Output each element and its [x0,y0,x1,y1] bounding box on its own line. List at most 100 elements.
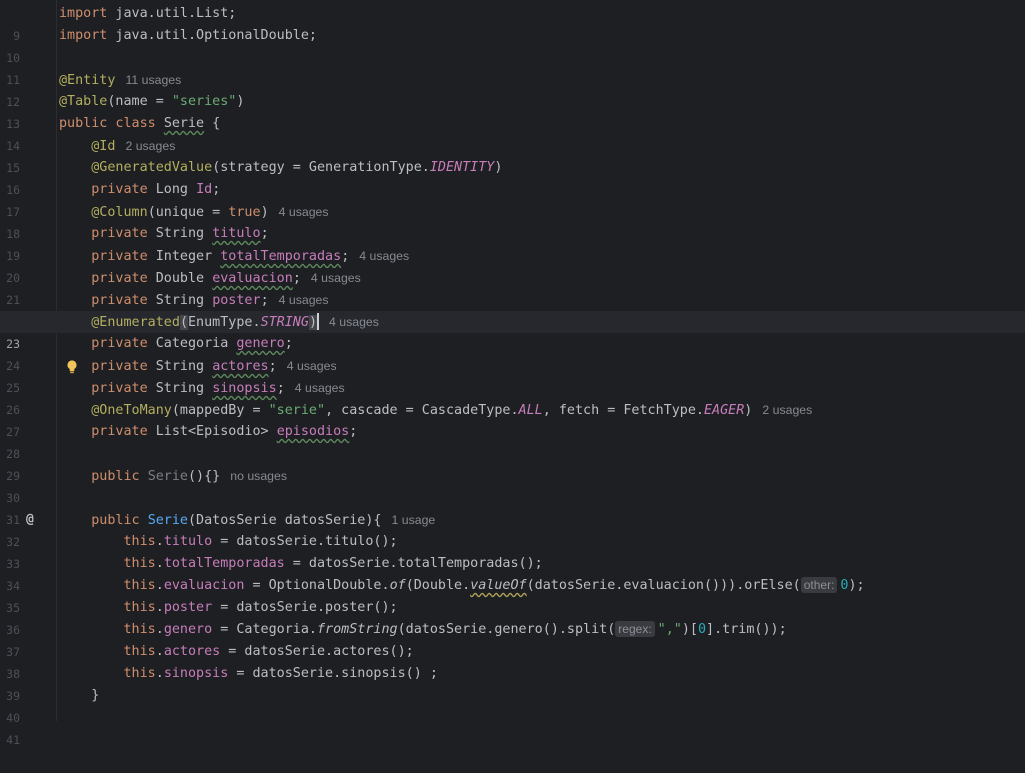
text-caret [317,312,319,330]
code-line[interactable]: 21 private Double evaluacion; 4 usages [0,267,1025,307]
code-text: = datosSerie.titulo(); [212,534,398,549]
usages-hint[interactable]: 4 usages [287,359,337,373]
code-text: String [147,381,213,396]
code-text: . [155,578,164,593]
code-line[interactable]: 18 @Column(unique = true) 4 usages [0,201,1025,241]
code-text: ) [236,94,245,109]
code-line[interactable]: 25 private String actores; 4 usages [0,355,1025,395]
annotation: @Enumerated [91,315,180,330]
code-editor[interactable]: 9 import java.util.List; 10 import java.… [0,0,1025,747]
usages-hint[interactable]: 4 usages [279,205,329,219]
keyword: public [91,469,140,484]
code-line[interactable]: 11 [0,47,1025,87]
number-literal: 0 [697,622,707,637]
field-name: titulo [163,534,213,549]
keyword: private [91,226,148,241]
annotation: @OneToMany [91,403,172,418]
string-literal: "serie" [268,403,326,418]
usages-hint[interactable]: 4 usages [311,271,361,285]
field-name: sinopsis [163,666,229,681]
keyword: public class [59,116,156,131]
code-line[interactable]: 19 private String titulo; [0,223,1025,263]
string-literal: "," [657,622,682,637]
code-line[interactable]: 38 this.actores = datosSerie.actores(); [0,641,1025,681]
usages-hint[interactable]: 11 usages [125,73,181,87]
code-text: = datosSerie.totalTemporadas(); [284,556,543,571]
code-text: (){} [188,469,221,484]
code-line[interactable]: 12 @Entity 11 usages [0,69,1025,109]
field-name: evaluacion [212,271,293,286]
enum-constant: IDENTITY [429,160,495,175]
code-text: , fetch = FetchType. [542,403,704,418]
code-line[interactable]: 37 this.genero = Categoria.fromString(da… [0,619,1025,659]
code-line[interactable]: 30 public Serie(){} no usages [0,465,1025,505]
keyword: import [59,28,108,43]
code-line[interactable]: 14 public class Serie { [0,113,1025,153]
usages-hint[interactable]: 4 usages [295,381,345,395]
code-text: ; [349,424,358,439]
code-line[interactable]: 31 [0,487,1025,527]
code-line[interactable]: 26 private String sinopsis; 4 usages [0,377,1025,417]
code-text: ; [276,381,285,396]
field-name: poster [212,293,261,308]
code-text: ; [341,249,350,264]
code-text: ].trim()); [706,622,787,637]
code-text: (mappedBy = [171,403,269,418]
implements-at-icon[interactable]: @ [26,509,34,531]
field-name: poster [163,600,213,615]
usages-hint[interactable]: 4 usages [329,315,379,329]
code-text: = datosSerie.actores(); [220,644,414,659]
code-line[interactable]: 9 import java.util.List; [0,3,1025,43]
code-line[interactable]: 22 private String poster;4 usages [0,289,1025,329]
code-line[interactable]: 15 @Id 2 usages [0,135,1025,175]
usages-hint[interactable]: 4 usages [359,249,409,263]
parameter-hint[interactable]: other: [800,577,838,593]
field-name: evaluacion [163,578,245,593]
code-line[interactable]: 40 } [0,685,1025,725]
constructor-name: Serie [147,469,188,484]
code-text: List<Episodio> [147,424,277,439]
code-line[interactable]: 35 this.evaluacion = OptionalDouble.of(D… [0,575,1025,615]
enum-constant: ALL [518,403,543,418]
code-line[interactable]: 33 this.titulo = datosSerie.titulo(); [0,531,1025,571]
field-name: genero [236,336,285,351]
field-name: sinopsis [212,381,277,396]
code-line[interactable]: 29 [0,443,1025,483]
annotation: @Column [91,205,148,220]
code-text: . [155,556,164,571]
code-text: String [147,293,213,308]
code-line[interactable]: 27 @OneToMany(mappedBy = "serie", cascad… [0,399,1025,439]
code-line[interactable]: 24 private Categoria genero; [0,333,1025,373]
parameter-hint[interactable]: regex: [615,621,655,637]
code-text: ; [212,182,221,197]
code-line[interactable]: 20 private Integer totalTemporadas; 4 usa… [0,245,1025,285]
usages-hint[interactable]: 4 usages [279,293,329,307]
code-line[interactable]: 41 [0,707,1025,747]
code-text: String [147,226,213,241]
code-line-current[interactable]: 23 @Enumerated(EnumType.STRING) 4 usages [0,311,1025,374]
code-line[interactable]: 16 @GeneratedValue(strategy = Generation… [0,157,1025,197]
code-line[interactable]: 13 @Table(name = "series") [0,91,1025,131]
code-text: . [155,534,164,549]
usages-hint[interactable]: 1 usage [391,513,435,527]
usages-hint[interactable]: 2 usages [125,139,175,153]
code-line[interactable]: 17 private Long Id; [0,179,1025,219]
code-line[interactable]: 10 import java.util.OptionalDouble; [0,25,1025,65]
usages-hint[interactable]: 2 usages [762,403,812,417]
code-line[interactable]: 36 this.poster = datosSerie.poster(); [0,597,1025,637]
code-line[interactable]: 28 private List<Episodio> episodios; [0,421,1025,461]
field-name: actores [212,359,269,374]
code-text: ; [284,336,293,351]
code-line[interactable]: 32 @ public Serie(DatosSerie datosSerie)… [0,509,1025,549]
code-text: { [204,116,221,131]
keyword: import [59,6,108,21]
usages-hint[interactable]: no usages [230,469,287,483]
code-line[interactable]: 34 this.totalTemporadas = datosSerie.tot… [0,553,1025,593]
keyword: this [123,600,156,615]
code-text: . [155,600,164,615]
keyword: private [91,182,148,197]
keyword: private [91,293,148,308]
code-line[interactable]: 39 this.sinopsis = datosSerie.sinopsis()… [0,663,1025,703]
